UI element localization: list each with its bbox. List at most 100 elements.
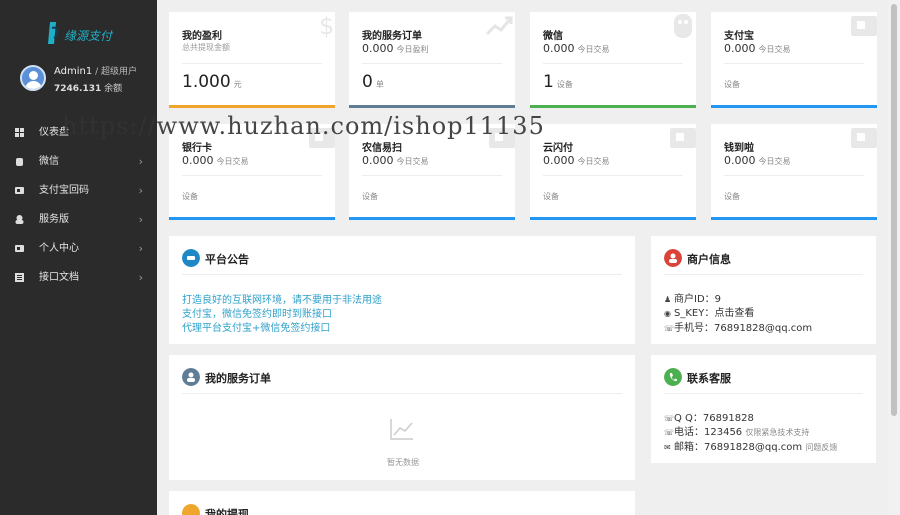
panel-title: 我的服务订单	[205, 372, 271, 385]
chevron-right-icon: ›	[138, 242, 143, 255]
merchant-panel: 商户信息 ♟ 商户ID：9 ◉ S_KEY：点击查看 ☏手机号：76891828@q…	[651, 236, 876, 344]
notice-panel: 平台公告 打造良好的互联网环境，请不要用于非法用途 支付宝，微信免签约即时到账接…	[169, 236, 635, 344]
card-value: 1.000 元	[182, 72, 242, 92]
sidebar-item-service[interactable]: 服务版 ›	[0, 205, 157, 234]
card-subtitle: 0.000 今日交易	[543, 154, 610, 167]
phone-icon: ☏	[664, 428, 675, 437]
card-title: 云闪付	[543, 143, 573, 154]
phone-icon	[664, 368, 682, 386]
bank-icon	[670, 128, 696, 148]
card-title: 钱到啦	[724, 143, 754, 154]
brand-logo-text: 缘源支付	[64, 29, 114, 43]
withdraw-panel: 我的提现	[169, 491, 635, 515]
sidebar-item-user-center[interactable]: 个人中心 ›	[0, 234, 157, 263]
sidebar: 缘源支付 Admin1 / 超级用户 7246.131 余额 仪表盘 微信 › …	[0, 0, 157, 515]
brand-logo[interactable]: 缘源支付	[46, 18, 118, 48]
card-bar	[711, 217, 877, 220]
sidebar-item-label: 个人中心	[39, 243, 79, 254]
megaphone-icon	[182, 249, 200, 267]
card-footer: 设备	[724, 80, 740, 89]
user-profile[interactable]: Admin1 / 超级用户 7246.131 余额	[20, 62, 157, 98]
user-center-icon	[15, 245, 24, 252]
support-mail: ✉ 邮箱：76891828@qq.com 问题反馈	[664, 442, 838, 453]
card-footer: 设备	[362, 192, 378, 201]
user-icon	[664, 249, 682, 267]
card-title: 我的盈利	[182, 31, 222, 42]
card-subtitle: 0.000 今日盈利	[362, 42, 429, 55]
card-bar	[530, 217, 696, 220]
card-value: 0单	[362, 72, 384, 92]
svg-text:$: $	[319, 12, 334, 40]
bank-icon	[851, 128, 877, 148]
merchant-key: ◉ S_KEY：点击查看	[664, 308, 755, 319]
user-icon: ♟	[664, 295, 672, 304]
stat-card-profit: $ 我的盈利 总共提现金额 1.000 元	[169, 12, 335, 108]
dollar-icon: $	[319, 12, 334, 40]
sidebar-item-wechat[interactable]: 微信 ›	[0, 147, 157, 176]
merchant-phone: ☏手机号：76891828@qq.com	[664, 323, 813, 334]
avatar[interactable]	[20, 65, 46, 91]
stat-card-wechat: 微信 0.000 今日交易 1 设备	[530, 12, 696, 108]
sidebar-item-api-doc[interactable]: 接口文档 ›	[0, 263, 157, 292]
chevron-right-icon: ›	[138, 155, 143, 168]
card-bar	[349, 217, 515, 220]
eye-icon: ◉	[664, 309, 671, 318]
stat-card-unionpay: 云闪付 0.000 今日交易 设备	[530, 124, 696, 220]
panel-title: 我的提现	[205, 508, 249, 515]
panel-title: 联系客服	[687, 372, 731, 385]
card-subtitle: 0.000 今日交易	[543, 42, 610, 55]
card-subtitle: 0.000 今日交易	[182, 154, 249, 167]
sidebar-item-label: 接口文档	[39, 272, 79, 283]
stat-card-qiandaola: 钱到啦 0.000 今日交易 设备	[711, 124, 877, 220]
support-panel: 联系客服 ☏Q Q：76891828 ☏电话：123456 仅限紧急技术支持 ✉…	[651, 355, 876, 463]
chevron-right-icon: ›	[138, 213, 143, 226]
scrollbar-thumb[interactable]	[891, 4, 897, 416]
card-footer: 设备	[543, 192, 559, 201]
card-subtitle: 0.000 今日交易	[724, 42, 791, 55]
user-role: / 超级用户	[92, 67, 137, 77]
panel-title: 平台公告	[205, 253, 249, 266]
mail-icon: ✉	[664, 443, 671, 452]
card-title: 银行卡	[182, 143, 212, 154]
merchant-id: ♟ 商户ID：9	[664, 294, 722, 305]
dashboard-icon	[15, 128, 24, 137]
user-balance: 7246.131 余额	[54, 84, 123, 94]
sidebar-item-label: 服务版	[39, 214, 69, 225]
notice-line[interactable]: 代理平台支付宝+微信免签约接口	[182, 319, 330, 334]
chevron-right-icon: ›	[138, 271, 143, 284]
notice-line[interactable]: 打造良好的互联网环境，请不要用于非法用途	[182, 291, 382, 306]
stat-card-alipay: 支付宝 0.000 今日交易 设备	[711, 12, 877, 108]
card-bar	[349, 105, 515, 108]
trend-icon	[485, 16, 513, 36]
wallet-icon	[182, 504, 200, 515]
card-title: 农信易扫	[362, 143, 402, 154]
sidebar-item-label: 支付宝回码	[39, 185, 89, 196]
sidebar-item-alipay[interactable]: 支付宝回码 ›	[0, 176, 157, 205]
chevron-right-icon: ›	[138, 184, 143, 197]
support-tel: ☏电话：123456 仅限紧急技术支持	[664, 427, 810, 438]
phone-icon: ☏	[664, 324, 675, 333]
user-group-icon	[182, 368, 200, 386]
wechat-icon	[16, 158, 23, 166]
card-value: 1 设备	[543, 72, 573, 92]
service-icon	[15, 215, 24, 224]
sidebar-item-label: 微信	[39, 156, 59, 167]
view-key-link[interactable]: 点击查看	[714, 308, 754, 319]
empty-chart-icon	[390, 419, 413, 440]
api-doc-icon	[15, 273, 24, 282]
watermark-text: https://www.huzhan.com/ishop11135	[62, 112, 545, 140]
empty-state-text: 暂无数据	[387, 458, 419, 467]
notice-line[interactable]: 支付宝，微信免签约即时到账接口	[182, 305, 332, 320]
sidebar-menu: 仪表盘 微信 › 支付宝回码 › 服务版 › 个人中心 › 接口文档 ›	[0, 118, 157, 292]
orders-panel: 我的服务订单 暂无数据	[169, 355, 635, 480]
card-footer: 设备	[724, 192, 740, 201]
card-bar	[169, 105, 335, 108]
stat-card-service-orders: 我的服务订单 0.000 今日盈利 0单	[349, 12, 515, 108]
support-qq: ☏Q Q：76891828	[664, 413, 754, 424]
card-bar	[711, 105, 877, 108]
panel-title: 商户信息	[687, 253, 731, 266]
wechat-icon	[674, 14, 692, 38]
alipay-icon	[15, 187, 24, 194]
card-subtitle: 总共提现金额	[182, 43, 230, 52]
card-footer: 设备	[182, 192, 198, 201]
